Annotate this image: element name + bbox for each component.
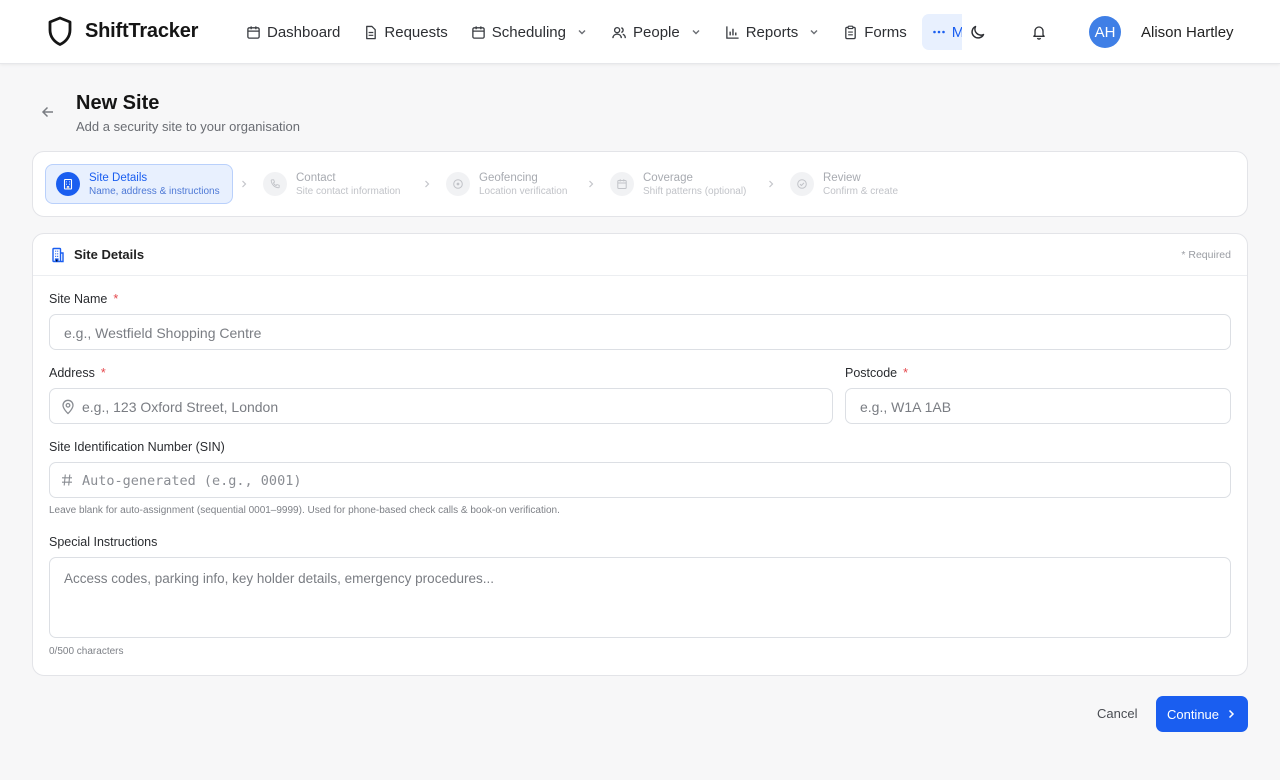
main-nav: Dashboard Requests Scheduling People Rep… [238,14,962,50]
nav-item-label: More [951,23,962,41]
label-text: Site Name [49,292,108,306]
avatar[interactable]: AH [1089,16,1121,48]
step-contact[interactable]: Contact Site contact information [263,164,401,204]
site-details-card: Site Details * Required Site Name * e.g.,… [32,233,1248,676]
bar-chart-icon [725,25,740,40]
page-subtitle: Add a security site to your organisation [76,119,301,134]
notifications-bell-icon[interactable] [1031,24,1047,40]
card-title: Site Details [74,247,145,262]
nav-item-forms[interactable]: Forms [835,14,915,50]
input-placeholder: e.g., Westfield Shopping Centre [64,325,262,341]
step-coverage[interactable]: Coverage Shift patterns (optional) [610,164,746,204]
nav-item-dashboard[interactable]: Dashboard [238,14,348,50]
input-placeholder: e.g., W1A 1AB [860,399,952,415]
user-name[interactable]: Alison Hartley [1141,24,1234,41]
input-placeholder: Auto-generated (e.g., 0001) [82,473,302,489]
calendar-icon [610,172,634,196]
back-arrow-icon[interactable] [40,104,56,120]
required-asterisk: * [113,292,119,306]
map-pin-icon [61,399,75,415]
required-asterisk: * [100,366,106,380]
sin-input[interactable]: Auto-generated (e.g., 0001) [49,462,1231,498]
calendar-icon [246,25,261,40]
document-icon [363,25,378,40]
required-asterisk: * [903,366,908,380]
address-input[interactable]: e.g., 123 Oxford Street, London [49,388,833,424]
sin-label: Site Identification Number (SIN) [49,440,225,454]
wizard-stepper: Site Details Name, address & instruction… [32,151,1248,217]
step-review[interactable]: Review Confirm & create [790,164,898,204]
chevron-right-icon [766,179,776,189]
phone-icon [263,172,287,196]
label-text: Address [49,366,95,380]
nav-item-people[interactable]: People [603,14,710,50]
nav-item-label: Dashboard [267,23,341,41]
postcode-input[interactable]: e.g., W1A 1AB [845,388,1231,424]
sin-hint: Leave blank for auto-assignment (sequent… [49,505,560,516]
top-navigation-bar: ShiftTracker Dashboard Requests Scheduli… [0,0,1280,64]
page-title: New Site [76,92,160,114]
step-site-details[interactable]: Site Details Name, address & instruction… [45,164,233,204]
nav-item-label: People [633,23,680,41]
step-subtitle: Location verification [479,185,568,197]
nav-item-label: Requests [384,23,448,41]
required-note: * Required [1181,249,1231,261]
chevron-down-icon [808,26,820,38]
step-title: Geofencing [479,171,538,184]
address-label: Address * [49,366,106,380]
chevron-right-icon [586,179,596,189]
building-icon [50,247,66,263]
nav-item-reports[interactable]: Reports [717,14,829,50]
brand-name: ShiftTracker [85,19,199,42]
step-subtitle: Site contact information [296,185,401,197]
nav-item-label: Scheduling [491,23,566,41]
brand[interactable]: ShiftTracker [47,16,198,46]
chevron-down-icon [576,26,588,38]
character-counter: 0/500 characters [49,646,124,657]
instructions-label: Special Instructions [49,535,158,549]
target-icon [446,172,470,196]
users-icon [611,25,627,40]
step-subtitle: Confirm & create [823,185,899,197]
step-title: Review [823,171,861,184]
special-instructions-textarea[interactable]: Access codes, parking info, key holder d… [49,557,1231,638]
cancel-button[interactable]: Cancel [1097,706,1137,721]
site-name-label: Site Name * [49,292,118,306]
continue-label: Continue [1166,706,1220,722]
chevron-right-icon [1225,708,1237,720]
step-title: Contact [296,171,336,184]
step-title: Coverage [643,171,693,184]
card-header: Site Details * Required [33,234,1247,276]
label-text: Postcode [845,366,898,380]
nav-item-scheduling[interactable]: Scheduling [463,14,596,50]
chevron-right-icon [239,179,249,189]
nav-item-label: Reports [745,23,799,41]
check-circle-icon [790,172,814,196]
calendar-icon [471,25,486,40]
step-title: Site Details [89,171,148,184]
chevron-down-icon [690,26,702,38]
building-icon [56,172,80,196]
dark-mode-toggle-moon-icon[interactable] [968,22,988,42]
chevron-right-icon [422,179,432,189]
hash-icon [61,473,73,487]
postcode-label: Postcode * [845,366,908,380]
clipboard-icon [843,25,858,40]
more-dots-icon [932,25,946,39]
nav-item-label: Forms [864,23,907,41]
step-subtitle: Shift patterns (optional) [643,185,747,197]
input-placeholder: Access codes, parking info, key holder d… [64,571,494,586]
continue-button[interactable]: Continue [1156,696,1248,732]
step-subtitle: Name, address & instructions [89,185,220,197]
nav-item-requests[interactable]: Requests [355,14,455,50]
input-placeholder: e.g., 123 Oxford Street, London [82,399,279,415]
shield-logo-icon [47,16,73,46]
site-name-input[interactable]: e.g., Westfield Shopping Centre [49,314,1231,350]
step-geofencing[interactable]: Geofencing Location verification [446,164,567,204]
nav-item-more[interactable]: More [921,14,962,50]
